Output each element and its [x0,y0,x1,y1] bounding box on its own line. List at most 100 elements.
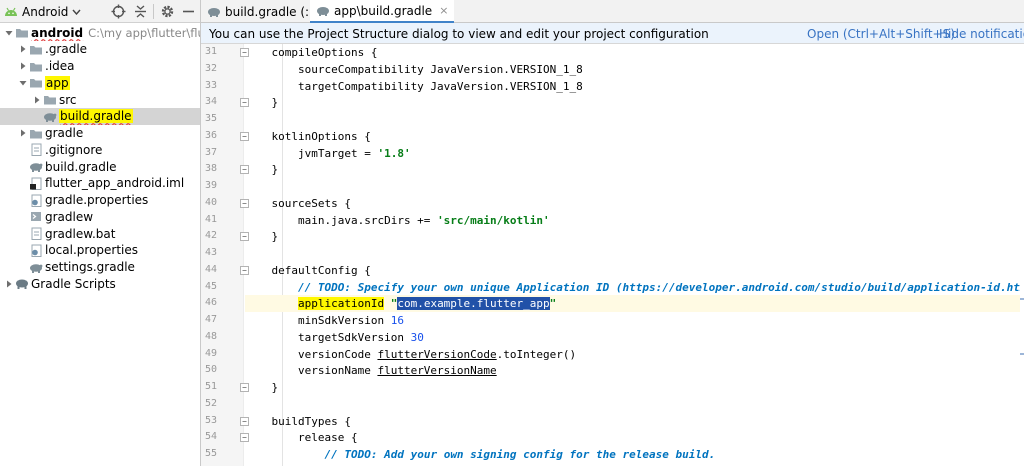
gradle-elephant-icon [16,279,28,290]
code-line[interactable]: main.java.srcDirs += 'src/main/kotlin' [245,212,1020,229]
tree-item-text: build.gradle [45,159,117,174]
view-selector[interactable]: Android [4,3,81,20]
folder-icon [30,45,42,55]
gradle-file-icon [30,263,43,273]
tab-build-gradle-root[interactable]: build.gradle (:) [201,0,320,23]
tree-item[interactable]: app [0,74,200,91]
line-number-gutter: 31 32 33 34 35 36 37 38 39 40 41 42 43 44 45 46 47 48 49 50… [201,44,249,466]
code-token: com.example.flutter_app [397,297,550,311]
locate-target-icon[interactable] [111,4,126,19]
tab-app-build-gradle[interactable]: app\build.gradle × [310,0,455,24]
folder-icon [30,62,42,71]
code-line[interactable]: versionCode flutterVersionCode.toInteger… [245,346,1020,363]
code-token: '1.8' [377,146,411,160]
folder-icon [16,29,28,38]
tree-item[interactable]: src [0,91,200,108]
line-number: 33 [204,79,217,91]
code-line[interactable] [245,245,1020,262]
tree-item[interactable]: gradlew [0,208,200,225]
tree-item[interactable]: gradle.properties [0,192,200,209]
tree-item[interactable]: settings.gradle [0,259,200,276]
code-token: sourceCompatibility JavaVersion.VERSION_… [245,62,583,76]
expanded-arrow-icon[interactable] [17,77,29,89]
line-number: 46 [204,297,217,309]
gradle-file-icon [208,8,220,17]
tree-item-label: gradlew [45,210,93,224]
collapsed-arrow-icon[interactable] [17,43,29,55]
tree-item-text: android [31,25,84,40]
tree-item[interactable]: gradlew.bat [0,225,200,242]
tree-item-text: src [59,92,77,107]
tree-item[interactable]: gradle [0,125,200,142]
tree-item[interactable]: local.properties [0,242,200,259]
gear-icon[interactable] [160,4,175,19]
code-line[interactable]: applicationId "com.example.flutter_app" [245,295,1020,313]
code-line[interactable]: release { [245,429,1020,446]
tree-item[interactable]: Gradle Scripts [0,275,200,292]
code-line[interactable]: jvmTarget = '1.8' [245,145,1020,162]
minimize-icon[interactable] [181,4,196,19]
tree-item-label: gradle [45,126,83,140]
line-number: 39 [204,180,217,191]
code-line[interactable]: sourceSets { [245,195,1020,212]
code-token: 16 [390,314,404,327]
code-token: jvmTarget = [245,146,378,160]
code-line[interactable]: // TODO: Specify your own unique Applica… [245,279,1020,296]
collapsed-arrow-icon[interactable] [17,127,29,139]
tree-item[interactable]: .gradle [0,41,200,58]
code-line[interactable] [245,178,1020,195]
code-line[interactable]: minSdkVersion 16 [245,312,1020,329]
code-editor[interactable]: compileOptions { sourceCompatibility Jav… [245,44,1020,466]
line-number: 51 [204,381,217,392]
close-icon[interactable]: × [439,4,448,17]
code-line[interactable] [245,396,1020,413]
line-number: 49 [204,347,217,359]
code-line[interactable]: } [245,228,1020,245]
code-line[interactable] [245,111,1020,128]
tree-item-label: build.gradle [59,109,133,124]
code-line[interactable]: } [245,161,1020,178]
collapse-all-icon[interactable] [133,4,148,19]
tree-item-text: .gradle [45,42,88,57]
tree-item[interactable]: build.gradle [0,158,200,175]
tree-item-label: Gradle Scripts [31,277,116,291]
tree-item[interactable]: .gitignore [0,141,200,158]
code-line[interactable]: compileOptions { [245,44,1020,61]
folder-icon [30,129,42,138]
code-line[interactable]: targetSdkVersion 30 [245,329,1020,346]
line-number: 35 [204,113,217,124]
change-marker[interactable] [1020,298,1024,300]
open-project-structure-link[interactable]: Open (Ctrl+Alt+Shift+S) [807,27,955,41]
collapsed-arrow-icon[interactable] [31,94,43,106]
hide-notification-link[interactable]: Hide notification [939,27,1024,41]
collapsed-arrow-icon[interactable] [3,278,15,290]
error-stripe[interactable] [1020,44,1024,466]
code-line[interactable]: versionName flutterVersionName [245,362,1020,379]
collapsed-arrow-icon[interactable] [17,60,29,72]
code-line[interactable]: targetCompatibility JavaVersion.VERSION_… [245,78,1020,95]
code-line[interactable]: } [245,94,1020,111]
code-line[interactable]: } [245,379,1020,396]
code-line[interactable]: defaultConfig { [245,262,1020,279]
line-number: 42 [204,230,217,242]
code-line[interactable]: kotlinOptions { [245,128,1020,145]
line-number: 32 [204,62,217,74]
tree-item-text: .gitignore [45,142,103,157]
code-line[interactable]: sourceCompatibility JavaVersion.VERSION_… [245,61,1020,78]
toolbar-divider [153,4,154,19]
expanded-arrow-icon[interactable] [3,27,15,39]
tree-item[interactable]: flutter_app_android.iml [0,175,200,192]
change-marker[interactable] [1020,353,1024,355]
code-line[interactable]: buildTypes { [245,413,1020,430]
tree-item[interactable]: .idea [0,58,200,75]
project-toolbar: Android [0,0,200,23]
code-line[interactable]: // TODO: Add your own signing config for… [245,446,1020,463]
tree-item[interactable]: android C:\my app\flutter\flutter_a [0,24,200,41]
script-file-icon [31,212,41,222]
tree-item[interactable]: build.gradle [0,107,200,125]
